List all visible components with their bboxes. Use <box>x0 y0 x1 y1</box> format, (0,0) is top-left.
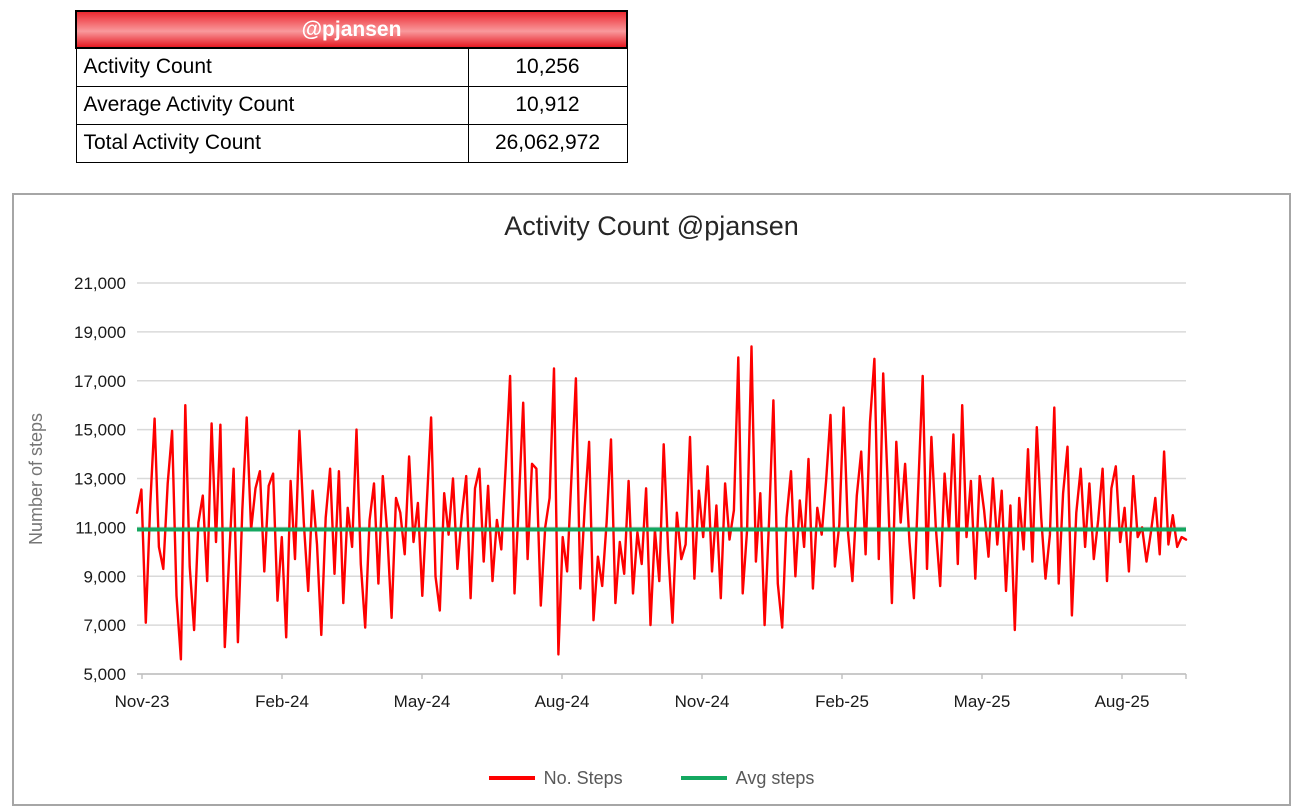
x-tick-label: May-24 <box>394 692 451 711</box>
activity-chart-panel[interactable]: Activity Count @pjansen Number of steps … <box>12 193 1291 806</box>
avg-steps-line-swatch <box>681 776 727 780</box>
row-label-cell[interactable]: Average Activity Count <box>76 86 468 124</box>
y-tick-label: 19,000 <box>74 323 126 342</box>
x-tick-label: Feb-24 <box>255 692 309 711</box>
row-value-cell[interactable]: 10,256 <box>468 48 627 86</box>
y-tick-label: 21,000 <box>74 274 126 293</box>
y-tick-label: 17,000 <box>74 372 126 391</box>
chart-legend: No. Steps Avg steps <box>14 763 1289 793</box>
row-value-cell[interactable]: 26,062,972 <box>468 124 627 162</box>
legend-item-avg-steps[interactable]: Avg steps <box>681 768 815 789</box>
y-tick-label: 7,000 <box>83 616 126 635</box>
x-tick-label: May-25 <box>954 692 1011 711</box>
x-tick-label: Aug-24 <box>535 692 590 711</box>
steps-series-line <box>137 347 1186 660</box>
x-tick-label: Nov-24 <box>675 692 730 711</box>
legend-label-avg-steps: Avg steps <box>736 768 815 789</box>
activity-line-chart: 5,000 7,000 9,000 11,000 13,000 15,000 17,000 1… <box>14 195 1289 804</box>
legend-label-no-steps: No. Steps <box>544 768 623 789</box>
row-value-cell[interactable]: 10,912 <box>468 86 627 124</box>
table-row: Average Activity Count10,912 <box>76 86 627 124</box>
x-tick-label: Nov-23 <box>115 692 170 711</box>
y-tick-label: 5,000 <box>83 665 126 684</box>
summary-table: @pjansen Activity Count10,256Average Act… <box>75 10 628 163</box>
summary-header-cell[interactable]: @pjansen <box>76 11 627 48</box>
no-steps-line-swatch <box>489 776 535 780</box>
legend-item-no-steps[interactable]: No. Steps <box>489 768 623 789</box>
y-tick-label: 13,000 <box>74 470 126 489</box>
y-tick-label: 9,000 <box>83 567 126 586</box>
row-label-cell[interactable]: Activity Count <box>76 48 468 86</box>
table-row: Activity Count10,256 <box>76 48 627 86</box>
table-row: Total Activity Count26,062,972 <box>76 124 627 162</box>
x-tick-label: Feb-25 <box>815 692 869 711</box>
row-label-cell[interactable]: Total Activity Count <box>76 124 468 162</box>
x-tick-label: Aug-25 <box>1095 692 1150 711</box>
y-tick-label: 15,000 <box>74 421 126 440</box>
y-tick-label: 11,000 <box>75 518 126 537</box>
